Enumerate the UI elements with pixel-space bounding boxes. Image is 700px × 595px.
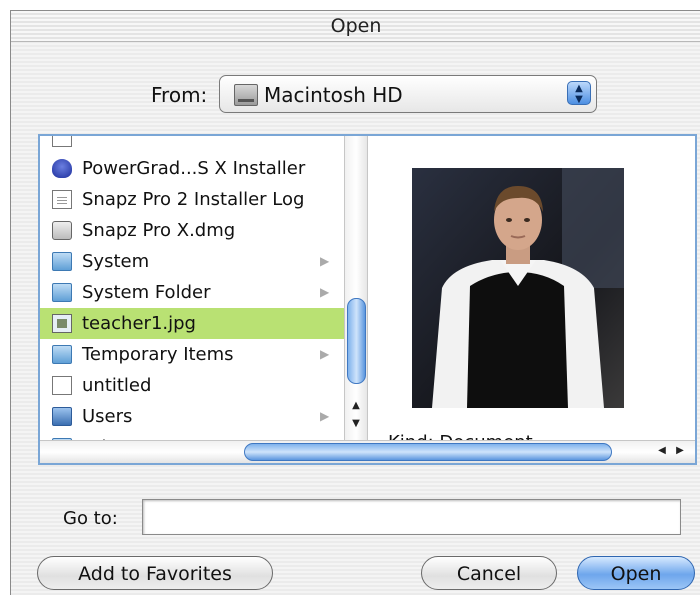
file-browser: PowerGrad...S X Installer Snapz Pro 2 In…	[38, 134, 697, 465]
folder-icon	[52, 345, 72, 364]
list-vertical-scrollbar[interactable]: ▲ ▼	[344, 136, 368, 443]
users-folder-icon	[52, 407, 72, 426]
vertical-scroll-thumb[interactable]	[347, 298, 366, 384]
list-item-label: System Folder	[82, 282, 211, 303]
list-item-label: System	[82, 251, 150, 272]
go-to-label: Go to:	[63, 508, 118, 529]
list-item[interactable]: Users ▶	[40, 401, 344, 432]
browser-horizontal-scrollbar[interactable]: ◀ ▶	[40, 440, 695, 463]
list-item[interactable]: Snapz Pro X.dmg	[40, 215, 344, 246]
disclosure-arrow-icon: ▶	[320, 409, 330, 423]
list-item-label: PowerGrad...S X Installer	[82, 158, 306, 179]
hard-disk-icon	[234, 84, 258, 106]
list-item-label: untitled	[82, 375, 152, 396]
list-item[interactable]	[40, 136, 344, 153]
disclosure-arrow-icon: ▶	[320, 285, 330, 299]
list-item-label: Users	[82, 406, 133, 427]
cancel-button[interactable]: Cancel	[421, 556, 557, 590]
popup-arrows-icon: ▲ ▼	[567, 81, 591, 105]
open-button[interactable]: Open	[577, 556, 695, 590]
scroll-up-arrow-icon[interactable]: ▲	[348, 398, 364, 414]
list-item-label: Temporary Items	[82, 344, 234, 365]
list-item[interactable]: untitled	[40, 370, 344, 401]
document-icon	[52, 190, 72, 209]
from-popup-menu[interactable]: Macintosh HD ▲ ▼	[219, 75, 597, 113]
list-item-label: Snapz Pro X.dmg	[82, 220, 236, 241]
disclosure-arrow-icon: ▶	[320, 254, 330, 268]
open-dialog: Open From: Macintosh HD ▲ ▼ PowerGrad...S…	[10, 10, 700, 595]
from-selected-value: Macintosh HD	[264, 83, 403, 107]
installer-shield-icon	[52, 159, 72, 178]
scroll-left-arrow-icon[interactable]: ◀	[654, 443, 670, 459]
folder-icon	[52, 252, 72, 271]
list-item[interactable]: PowerGrad...S X Installer	[40, 153, 344, 184]
list-item[interactable]: Temporary Items ▶	[40, 339, 344, 370]
image-preview	[412, 168, 624, 408]
scroll-down-arrow-icon[interactable]: ▼	[348, 416, 364, 432]
disk-image-icon	[52, 221, 72, 240]
jpeg-file-icon	[52, 314, 72, 333]
scroll-right-arrow-icon[interactable]: ▶	[672, 443, 688, 459]
preview-photo	[412, 168, 624, 408]
partial-item-icon	[52, 136, 72, 147]
dialog-title: Open	[11, 11, 700, 42]
disclosure-arrow-icon: ▶	[320, 347, 330, 361]
file-list-column: PowerGrad...S X Installer Snapz Pro 2 In…	[40, 136, 344, 443]
horizontal-scroll-thumb[interactable]	[244, 443, 612, 461]
add-to-favorites-button[interactable]: Add to Favorites	[37, 556, 273, 590]
list-item[interactable]: System ▶	[40, 246, 344, 277]
list-item[interactable]: Snapz Pro 2 Installer Log	[40, 184, 344, 215]
list-item[interactable]: System Folder ▶	[40, 277, 344, 308]
from-label: From:	[151, 83, 208, 107]
system-folder-icon	[52, 283, 72, 302]
list-item-selected[interactable]: teacher1.jpg	[40, 308, 344, 339]
list-item-label: teacher1.jpg	[82, 313, 196, 334]
go-to-input[interactable]	[142, 499, 681, 535]
blank-document-icon	[52, 376, 72, 395]
list-item-label: Snapz Pro 2 Installer Log	[82, 189, 305, 210]
